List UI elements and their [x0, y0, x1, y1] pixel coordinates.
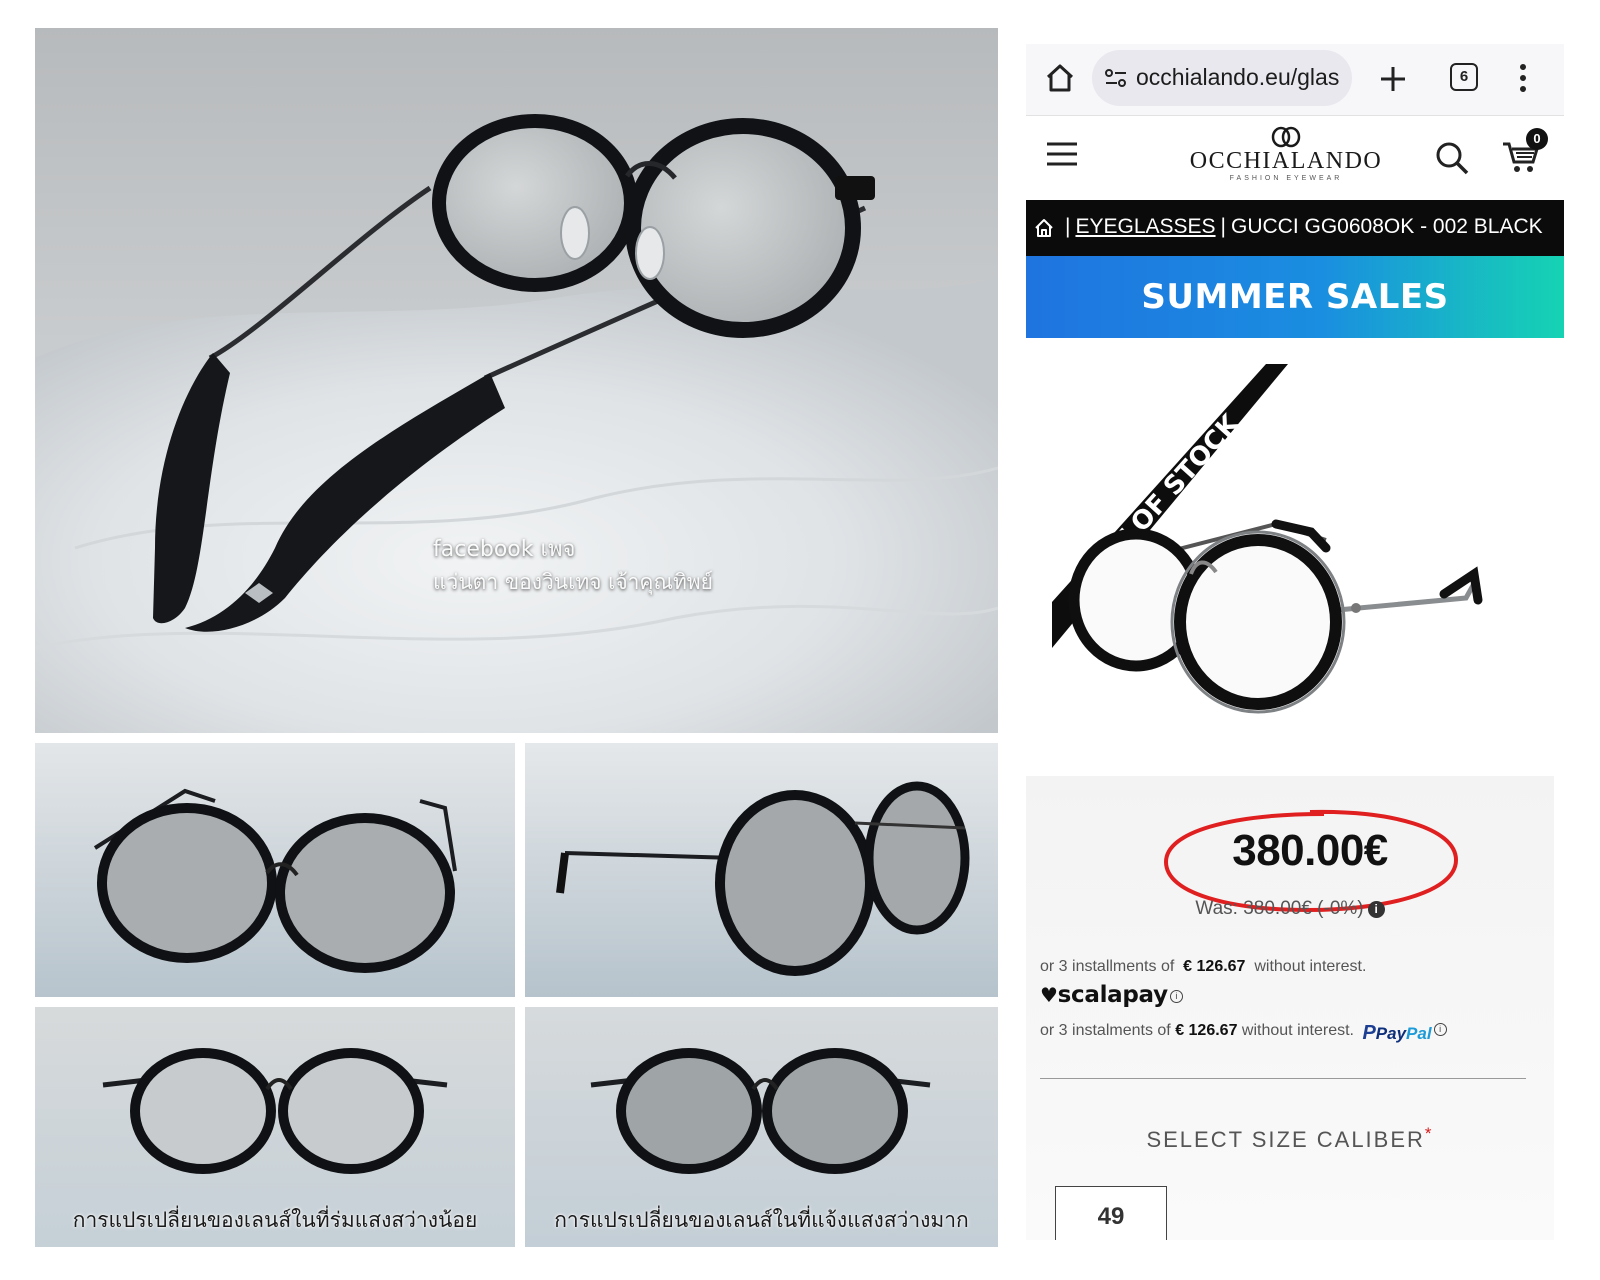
- site-header: OCCHIALANDO FASHION EYEWEAR 0: [1026, 116, 1564, 198]
- hamburger-menu-icon[interactable]: [1045, 139, 1079, 169]
- breadcrumb-link-eyeglasses[interactable]: EYEGLASSES: [1075, 215, 1215, 238]
- breadcrumb-current-product: GUCCI GG0608OK - 002 BLACK: [1231, 215, 1543, 238]
- cart-count-badge: 0: [1526, 128, 1548, 150]
- scalapay-logo[interactable]: ♥scalapay i: [1040, 982, 1183, 1008]
- price-panel: 380.00€ Was: 380.00€ (-0%) i or 3 install…: [1026, 776, 1554, 1240]
- previous-price: Was: 380.00€ (-0%) i: [1026, 898, 1554, 920]
- url-text[interactable]: occhialando.eu/glas: [1136, 64, 1339, 91]
- breadcrumb: | EYEGLASSES | GUCCI GG0608OK - 002 BLACK: [1026, 200, 1564, 256]
- photo-glasses-front-outdoor: การแปรเปลี่ยนของเลนส์ในที่แจ้งแสงสว่างมา…: [525, 1007, 998, 1247]
- breadcrumb-separator: |: [1065, 215, 1071, 238]
- breadcrumb-trail: | EYEGLASSES | GUCCI GG0608OK - 002 BLACK: [1060, 215, 1543, 239]
- info-icon[interactable]: i: [1169, 990, 1183, 1003]
- home-icon[interactable]: [1042, 60, 1078, 96]
- summer-sales-banner[interactable]: SUMMER SALES: [1026, 256, 1564, 338]
- tab-switcher-icon[interactable]: 6: [1450, 63, 1478, 91]
- product-glasses-image: OUT OF STOCK: [1052, 364, 1483, 714]
- more-vert-icon[interactable]: [1516, 60, 1530, 96]
- paypal-installments: or 3 instalments of € 126.67 without int…: [1040, 1022, 1447, 1045]
- browser-toolbar: occhialando.eu/glas 6: [1026, 44, 1564, 116]
- previous-price-text: Was: 380.00€ (-0%): [1195, 898, 1364, 919]
- logo-text: OCCHIALANDO: [1189, 148, 1383, 174]
- installments-amount: € 126.67: [1183, 958, 1246, 975]
- breadcrumb-separator: |: [1220, 215, 1227, 238]
- size-label-text: SELECT SIZE CALIBER: [1146, 1127, 1425, 1152]
- size-selector-label: SELECT SIZE CALIBER*: [1026, 1124, 1554, 1153]
- required-mark: *: [1424, 1124, 1434, 1143]
- plus-icon[interactable]: [1376, 62, 1410, 96]
- info-icon[interactable]: i: [1433, 1023, 1447, 1036]
- photo-glasses-rear-view: facebook เพจ แว่นตา ของวินเทจ เจ้าคุณทิพ…: [35, 28, 998, 733]
- installments-suffix: without interest.: [1254, 958, 1367, 975]
- caption-outdoor: การแปรเปลี่ยนของเลนส์ในที่แจ้งแสงสว่างมา…: [554, 1208, 969, 1232]
- mobile-browser-screenshot: occhialando.eu/glas 6 OCCHIALANDO FASHIO…: [1026, 44, 1564, 1240]
- paypal-logo[interactable]: PPayPal: [1362, 1022, 1431, 1045]
- logo-subtitle: FASHION EYEWEAR: [1229, 175, 1343, 182]
- paypal-brand-pay: Pay: [1375, 1024, 1407, 1043]
- site-logo[interactable]: OCCHIALANDO FASHION EYEWEAR: [1186, 126, 1386, 190]
- watermark-line-1: facebook เพจ: [433, 537, 576, 562]
- address-bar[interactable]: occhialando.eu/glas: [1092, 50, 1352, 106]
- installments-amount: € 126.67: [1175, 1022, 1238, 1039]
- site-settings-icon[interactable]: [1104, 68, 1128, 88]
- home-icon[interactable]: [1033, 217, 1055, 239]
- caption-indoor: การแปรเปลี่ยนของเลนส์ในที่ร่มแสงสว่างน้อ…: [72, 1208, 478, 1232]
- divider: [1040, 1078, 1526, 1079]
- size-option-button[interactable]: 49: [1055, 1186, 1167, 1240]
- photo-glasses-front-indoor: การแปรเปลี่ยนของเลนส์ในที่ร่มแสงสว่างน้อ…: [35, 1007, 515, 1247]
- info-icon[interactable]: i: [1367, 901, 1385, 918]
- heart-icon: ♥: [1040, 983, 1058, 1007]
- installments-prefix: or 3 installments of: [1040, 958, 1175, 975]
- installments-prefix: or 3 instalments of: [1040, 1022, 1171, 1039]
- paypal-icon: P: [1362, 1022, 1376, 1044]
- photo-watermark: facebook เพจ แว่นตา ของวินเทจ เจ้าคุณทิพ…: [433, 534, 713, 598]
- paypal-brand-pal: Pal: [1406, 1024, 1432, 1043]
- product-image[interactable]: OUT OF STOCK: [1026, 362, 1564, 742]
- photo-glasses-side: [525, 743, 998, 997]
- product-price: 380.00€: [1232, 826, 1388, 875]
- logo-mark-icon: [1271, 126, 1301, 148]
- scalapay-installments: or 3 installments of € 126.67 without in…: [1040, 958, 1366, 976]
- photo-glasses-front-tilted: [35, 743, 515, 997]
- watermark-line-2: แว่นตา ของวินเทจ เจ้าคุณทิพย์: [433, 570, 713, 594]
- search-icon[interactable]: [1434, 140, 1470, 176]
- scalapay-brand: scalapay: [1057, 982, 1168, 1008]
- installments-suffix: without interest.: [1241, 1022, 1354, 1039]
